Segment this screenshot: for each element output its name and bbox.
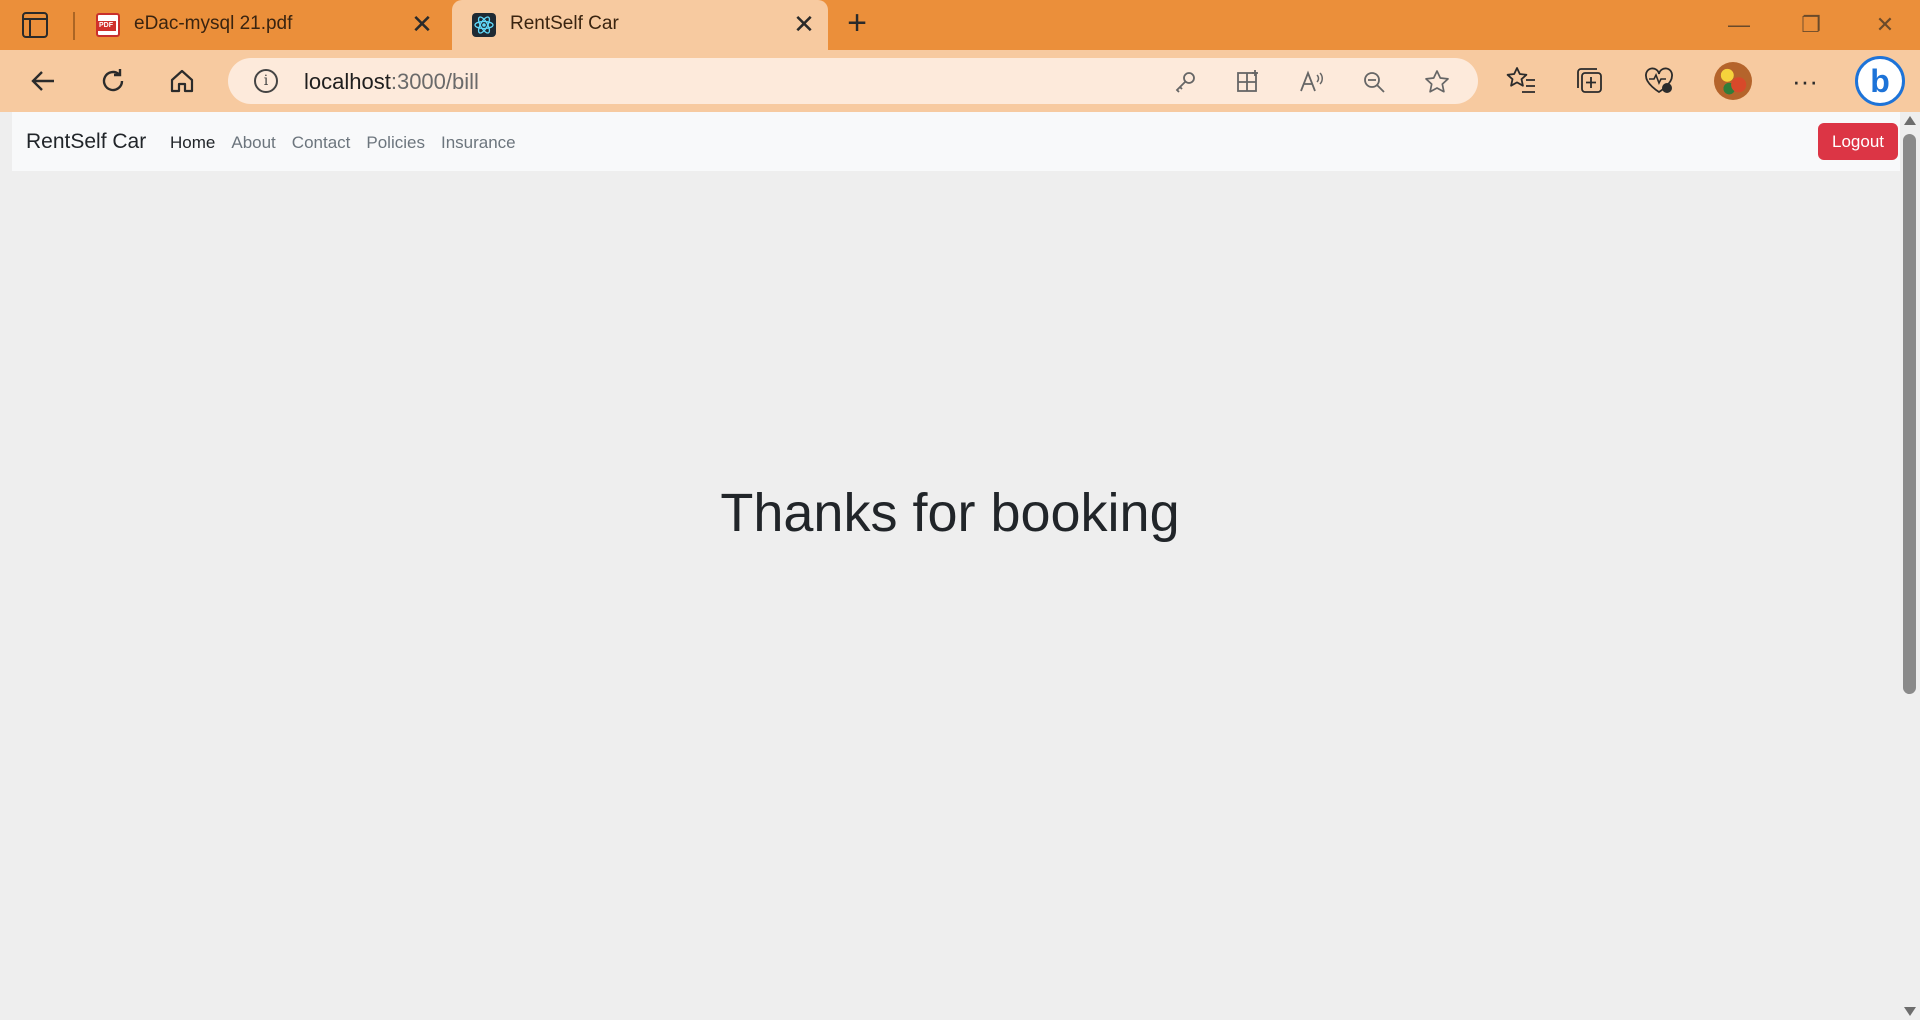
site-info-icon[interactable]: i <box>254 69 278 93</box>
scroll-down-arrow-icon[interactable] <box>1904 1007 1916 1016</box>
zoom-out-icon[interactable] <box>1361 69 1387 95</box>
site-navbar: RentSelf Car Home About Contact Policies… <box>12 112 1900 171</box>
profile-avatar[interactable] <box>1714 62 1752 100</box>
nav-link-contact[interactable]: Contact <box>284 133 359 153</box>
refresh-icon[interactable] <box>95 63 131 99</box>
read-aloud-icon[interactable] <box>1298 69 1324 95</box>
nav-link-about[interactable]: About <box>223 133 283 153</box>
favorite-star-icon[interactable] <box>1424 69 1450 95</box>
browser-tab-pdf[interactable]: PDF eDac-mysql 21.pdf ✕ <box>76 0 446 50</box>
restore-button[interactable]: ❐ <box>1796 12 1826 38</box>
navbar-brand[interactable]: RentSelf Car <box>26 130 146 154</box>
tab-actions-icon[interactable] <box>22 12 48 38</box>
more-options-icon[interactable]: ··· <box>1788 64 1822 98</box>
thanks-message: Thanks for booking <box>720 483 1180 543</box>
browser-tab-rentself[interactable]: RentSelf Car ✕ <box>452 0 828 50</box>
nav-links: Home About Contact Policies Insurance <box>162 133 524 153</box>
page-viewport: RentSelf Car Home About Contact Policies… <box>0 112 1920 1020</box>
logout-button[interactable]: Logout <box>1818 123 1898 160</box>
tab-separator <box>73 12 75 40</box>
scroll-up-arrow-icon[interactable] <box>1904 116 1916 125</box>
tab-title: eDac-mysql 21.pdf <box>134 13 293 34</box>
favorites-icon[interactable] <box>1504 64 1538 98</box>
vertical-scrollbar[interactable] <box>1900 112 1920 1020</box>
nav-link-insurance[interactable]: Insurance <box>433 133 524 153</box>
nav-link-policies[interactable]: Policies <box>358 133 433 153</box>
browser-tabstrip: PDF eDac-mysql 21.pdf ✕ RentSelf Car ✕ +… <box>0 0 1920 50</box>
url-text[interactable]: localhost:3000/bill <box>304 69 479 95</box>
close-tab-icon[interactable]: ✕ <box>410 11 434 37</box>
react-icon <box>472 13 496 37</box>
scroll-thumb[interactable] <box>1903 134 1916 694</box>
back-icon[interactable] <box>26 63 62 99</box>
browser-toolbar: i localhost:3000/bill ··· b <box>0 50 1920 112</box>
browser-essentials-icon[interactable] <box>1642 64 1676 98</box>
home-icon[interactable] <box>164 63 200 99</box>
address-bar[interactable]: i localhost:3000/bill <box>228 58 1478 104</box>
apps-icon[interactable] <box>1235 69 1261 95</box>
minimize-button[interactable]: — <box>1724 12 1754 38</box>
tab-title: RentSelf Car <box>510 13 619 34</box>
close-window-button[interactable]: ✕ <box>1870 12 1900 38</box>
bing-copilot-icon[interactable]: b <box>1855 56 1905 106</box>
collections-icon[interactable] <box>1573 64 1607 98</box>
key-icon[interactable] <box>1172 69 1198 95</box>
pdf-icon: PDF <box>96 13 120 37</box>
nav-link-home[interactable]: Home <box>162 133 223 153</box>
close-tab-icon[interactable]: ✕ <box>792 11 816 37</box>
new-tab-button[interactable]: + <box>842 6 872 40</box>
